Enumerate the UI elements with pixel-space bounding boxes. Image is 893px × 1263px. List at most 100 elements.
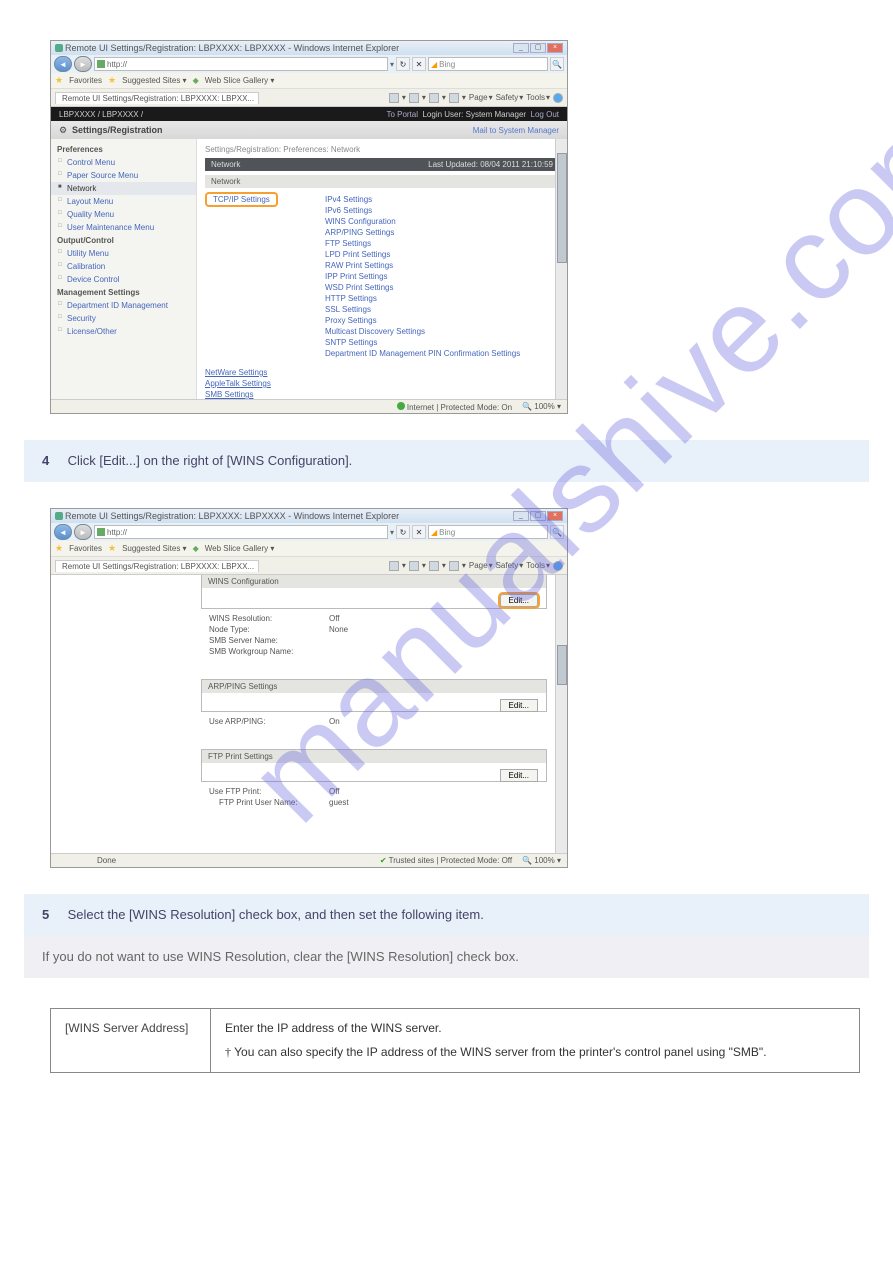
page-menu[interactable]: Page ▾ (469, 561, 493, 570)
link-arpping[interactable]: ARP/PING Settings (325, 227, 520, 238)
browser-tab[interactable]: Remote UI Settings/Registration: LBPXXXX… (55, 92, 259, 104)
arpping-edit-button[interactable]: Edit... (500, 699, 538, 712)
back-button[interactable]: ◄ (54, 56, 72, 72)
home-icon[interactable] (389, 561, 399, 571)
wins-edit-button[interactable]: Edit... (500, 594, 538, 607)
sidebar-item-quality[interactable]: Quality Menu (51, 208, 196, 221)
sidebar-item-network[interactable]: Network (51, 182, 196, 195)
refresh-button[interactable]: ↻ (396, 525, 410, 539)
sidebar-item-layout[interactable]: Layout Menu (51, 195, 196, 208)
suggested-icon: ★ (108, 75, 116, 86)
favorites-star-icon[interactable]: ★ (55, 75, 63, 86)
maximize-button[interactable]: ▢ (530, 511, 546, 521)
feed-icon[interactable] (409, 93, 419, 103)
favorites-star-icon[interactable]: ★ (55, 543, 63, 554)
link-appletalk[interactable]: AppleTalk Settings (205, 378, 559, 389)
step-text: Select the [WINS Resolution] check box, … (68, 907, 484, 922)
print-icon[interactable] (449, 561, 459, 571)
search-field[interactable]: ◢Bing (428, 525, 548, 539)
step-number: 5 (42, 906, 60, 924)
link-sntp[interactable]: SNTP Settings (325, 337, 520, 348)
sidebar-item-paper-source[interactable]: Paper Source Menu (51, 169, 196, 182)
link-wins[interactable]: WINS Configuration (325, 216, 520, 227)
search-field[interactable]: ◢Bing (428, 57, 548, 71)
link-wsd[interactable]: WSD Print Settings (325, 282, 520, 293)
favorites-label[interactable]: Favorites (69, 76, 102, 85)
maximize-button[interactable]: ▢ (530, 43, 546, 53)
status-bar: Done ✔Trusted sites | Protected Mode: Of… (51, 853, 567, 867)
scrollbar[interactable] (555, 575, 567, 853)
search-button[interactable]: 🔍 (550, 57, 564, 71)
safety-menu[interactable]: Safety ▾ (496, 561, 524, 570)
wins-resolution-label: WINS Resolution: (209, 614, 329, 623)
scroll-thumb[interactable] (557, 645, 567, 685)
forward-button[interactable]: ► (74, 56, 92, 72)
close-button[interactable]: × (547, 43, 563, 53)
forward-button[interactable]: ► (74, 524, 92, 540)
mail-icon[interactable] (429, 93, 439, 103)
search-button[interactable]: 🔍 (550, 525, 564, 539)
sidebar-item-calibration[interactable]: Calibration (51, 260, 196, 273)
link-ipp[interactable]: IPP Print Settings (325, 271, 520, 282)
browser-tab[interactable]: Remote UI Settings/Registration: LBPXXXX… (55, 560, 259, 572)
tools-menu[interactable]: Tools ▾ (526, 93, 550, 102)
sidebar-item-user-maintenance[interactable]: User Maintenance Menu (51, 221, 196, 234)
url-field[interactable]: http:// (94, 525, 388, 539)
suggested-sites-link[interactable]: Suggested Sites ▾ (122, 76, 187, 85)
instruction-note: If you do not want to use WINS Resolutio… (24, 936, 869, 978)
mail-to-manager-link[interactable]: Mail to System Manager (473, 126, 559, 135)
webslice-link[interactable]: Web Slice Gallery ▾ (205, 76, 275, 85)
webslice-icon: ◆ (193, 76, 199, 85)
link-multicast[interactable]: Multicast Discovery Settings (325, 326, 520, 337)
zoom-control[interactable]: 🔍 100% ▾ (522, 402, 561, 411)
url-field[interactable]: http:// (94, 57, 388, 71)
stop-button[interactable]: ✕ (412, 525, 426, 539)
logout-link[interactable]: Log Out (531, 110, 559, 119)
link-ipv4[interactable]: IPv4 Settings (325, 194, 520, 205)
link-smb[interactable]: SMB Settings (205, 389, 559, 399)
favorites-label[interactable]: Favorites (69, 544, 102, 553)
mail-icon[interactable] (429, 561, 439, 571)
close-button[interactable]: × (547, 511, 563, 521)
webslice-link[interactable]: Web Slice Gallery ▾ (205, 544, 275, 553)
link-lpd[interactable]: LPD Print Settings (325, 249, 520, 260)
app-icon (55, 44, 63, 52)
link-http[interactable]: HTTP Settings (325, 293, 520, 304)
feed-icon[interactable] (409, 561, 419, 571)
link-ssl[interactable]: SSL Settings (325, 304, 520, 315)
safety-menu[interactable]: Safety ▾ (496, 93, 524, 102)
home-icon[interactable] (389, 93, 399, 103)
stop-button[interactable]: ✕ (412, 57, 426, 71)
link-raw[interactable]: RAW Print Settings (325, 260, 520, 271)
sidebar-item-control-menu[interactable]: Control Menu (51, 156, 196, 169)
print-icon[interactable] (449, 93, 459, 103)
link-ftp[interactable]: FTP Settings (325, 238, 520, 249)
zoom-control[interactable]: 🔍 100% ▾ (522, 856, 561, 865)
minimize-button[interactable]: _ (513, 511, 529, 521)
scroll-thumb[interactable] (557, 153, 567, 263)
sidebar-item-dept-id[interactable]: Department ID Management (51, 299, 196, 312)
scrollbar[interactable] (555, 139, 567, 399)
ftp-edit-button[interactable]: Edit... (500, 769, 538, 782)
to-portal-link[interactable]: To Portal (386, 110, 418, 119)
help-icon[interactable] (553, 561, 563, 571)
refresh-button[interactable]: ↻ (396, 57, 410, 71)
sidebar-item-utility[interactable]: Utility Menu (51, 247, 196, 260)
sidebar-item-device-control[interactable]: Device Control (51, 273, 196, 286)
link-ipv6[interactable]: IPv6 Settings (325, 205, 520, 216)
link-proxy[interactable]: Proxy Settings (325, 315, 520, 326)
sidebar-item-license[interactable]: License/Other (51, 325, 196, 338)
suggested-sites-link[interactable]: Suggested Sites ▾ (122, 544, 187, 553)
link-netware[interactable]: NetWare Settings (205, 367, 559, 378)
minimize-button[interactable]: _ (513, 43, 529, 53)
tcpip-settings-link[interactable]: TCP/IP Settings (205, 192, 278, 207)
help-icon[interactable] (553, 93, 563, 103)
link-deptid-pin[interactable]: Department ID Management PIN Confirmatio… (325, 348, 520, 359)
favicon-icon (97, 528, 105, 536)
back-button[interactable]: ◄ (54, 524, 72, 540)
use-ftp-label: Use FTP Print: (209, 787, 329, 796)
page-menu[interactable]: Page ▾ (469, 93, 493, 102)
tools-menu[interactable]: Tools ▾ (526, 561, 550, 570)
sidebar-item-security[interactable]: Security (51, 312, 196, 325)
trusted-sites-icon: ✔ (380, 856, 387, 865)
